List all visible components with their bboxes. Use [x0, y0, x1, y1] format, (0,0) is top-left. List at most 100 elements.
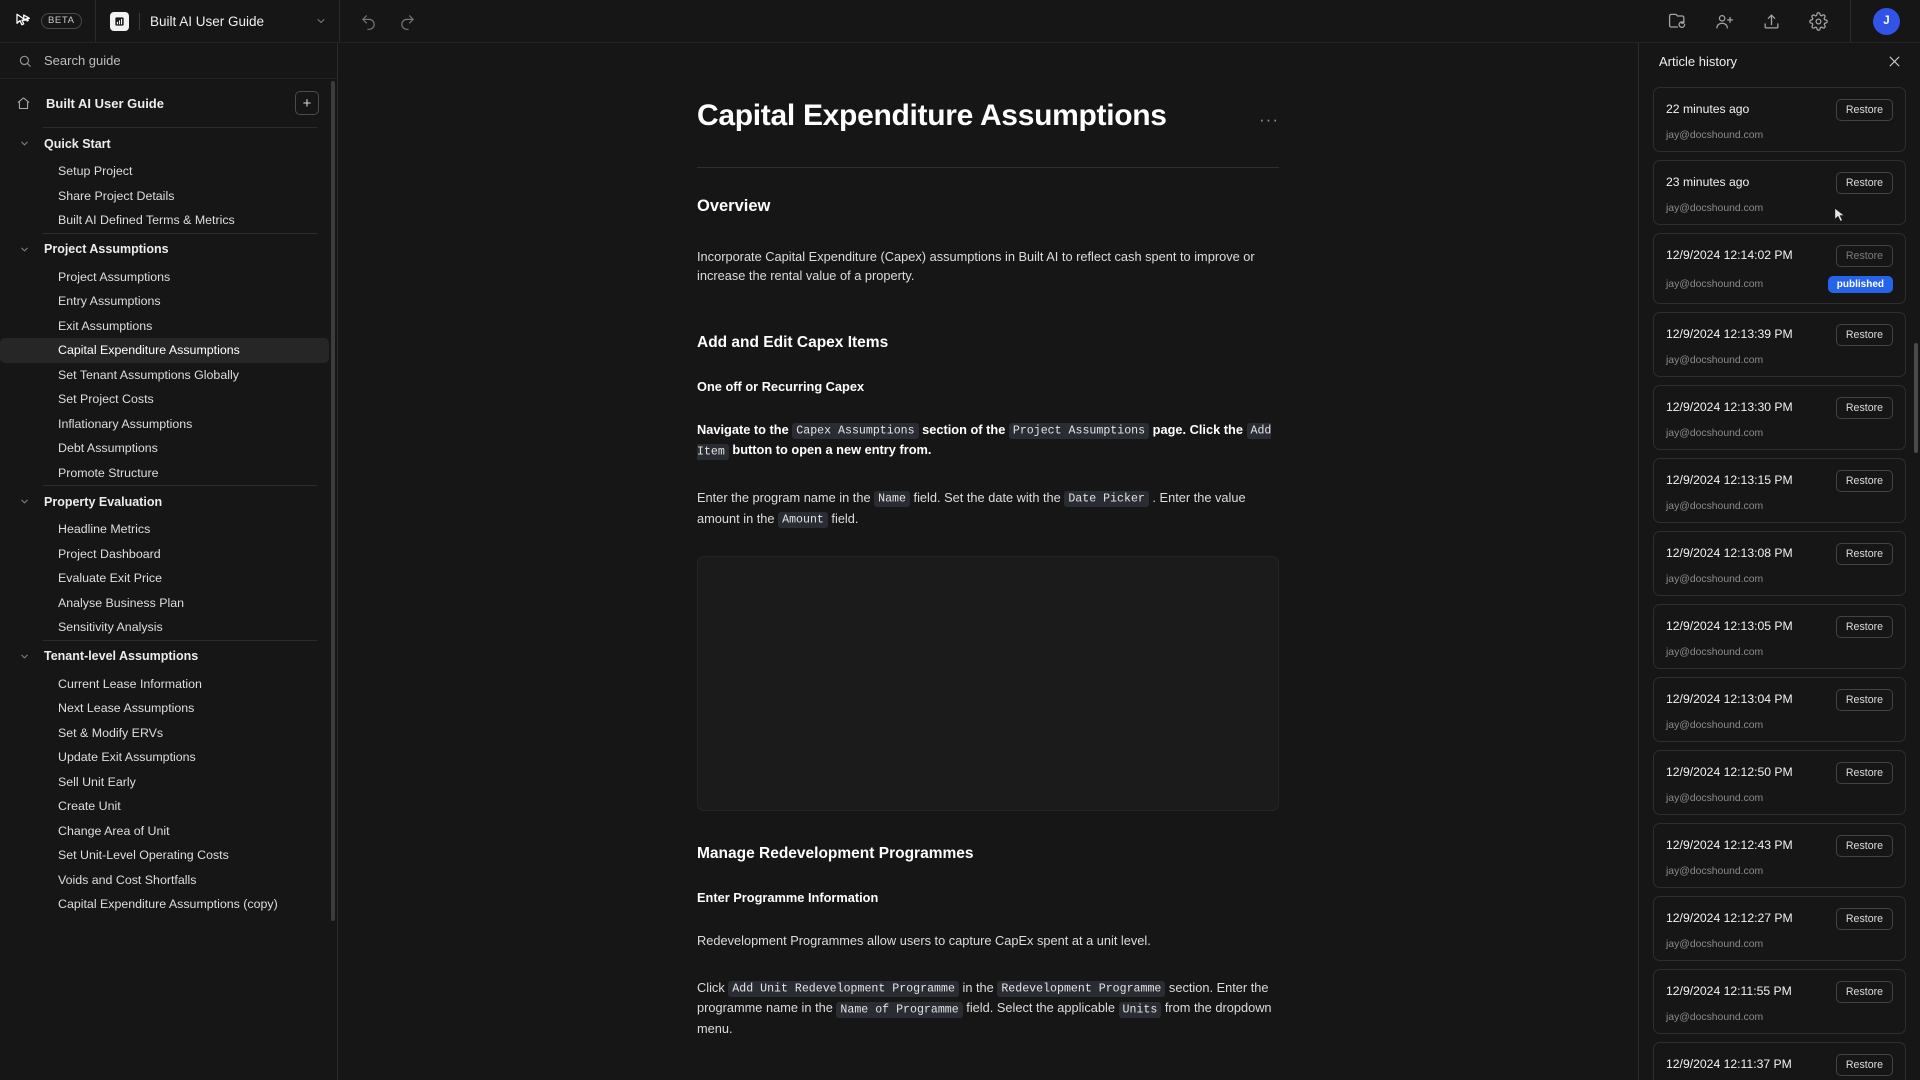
sidebar-item-project-assumptions[interactable]: Project Assumptions: [0, 265, 329, 290]
history-entry-top: 12/9/2024 12:13:30 PM Restore: [1666, 397, 1893, 419]
sidebar-item-set-modify-ervs[interactable]: Set & Modify ERVs: [0, 721, 329, 746]
sidebar-item-set-project-costs[interactable]: Set Project Costs: [0, 387, 329, 412]
close-icon[interactable]: [1887, 54, 1902, 69]
sidebar-item-evaluate-exit-price[interactable]: Evaluate Exit Price: [0, 566, 329, 591]
sidebar-item-debt-assumptions[interactable]: Debt Assumptions: [0, 436, 329, 461]
sidebar-group-property-evaluation[interactable]: Property Evaluation: [0, 486, 337, 517]
sidebar-group-tenant-level-assumptions[interactable]: Tenant-level Assumptions: [0, 641, 337, 672]
sidebar-item-set-tenant-assumptions-globally[interactable]: Set Tenant Assumptions Globally: [0, 363, 329, 388]
restore-button[interactable]: Restore: [1835, 835, 1893, 857]
sidebar-item-sell-unit-early[interactable]: Sell Unit Early: [0, 770, 329, 795]
sidebar-group-label: Property Evaluation: [44, 494, 163, 509]
restore-button[interactable]: Restore: [1835, 908, 1893, 930]
heading-one-off: One off or Recurring Capex: [697, 378, 865, 394]
restore-button[interactable]: Restore: [1835, 470, 1893, 492]
history-entry: 12/9/2024 12:13:39 PM Restore jay@docshoun…: [1653, 312, 1906, 377]
history-entry-top: 12/9/2024 12:13:08 PM Restore: [1666, 543, 1893, 565]
restore-button[interactable]: Restore: [1835, 762, 1893, 784]
sidebar-item-entry-assumptions[interactable]: Entry Assumptions: [0, 289, 329, 314]
chevron-down-icon[interactable]: [315, 15, 327, 27]
heading-add-edit: Add and Edit Capex Items: [697, 333, 889, 351]
beta-badge: BETA: [41, 13, 82, 29]
history-author-email: jay@docshound.com: [1666, 279, 1764, 290]
sidebar-item-update-exit-assumptions[interactable]: Update Exit Assumptions: [0, 745, 329, 770]
history-scrollbar[interactable]: [1914, 343, 1918, 453]
history-entry-bottom: jay@docshound.com: [1666, 355, 1893, 366]
sidebar-item-analyse-business-plan[interactable]: Analyse Business Plan: [0, 591, 329, 616]
sidebar-item-capital-expenditure-assumptions[interactable]: Capital Expenditure Assumptions: [0, 338, 329, 363]
sidebar-item-change-area-of-unit[interactable]: Change Area of Unit: [0, 819, 329, 844]
restore-button[interactable]: Restore: [1835, 543, 1893, 565]
title-divider: [697, 166, 1279, 168]
sidebar-item-next-lease-assumptions[interactable]: Next Lease Assumptions: [0, 696, 329, 721]
restore-button[interactable]: Restore: [1835, 245, 1893, 267]
document-selector[interactable]: Built AI User Guide: [96, 0, 340, 42]
history-list: 22 minutes ago Restore jay@docshound.com 23…: [1639, 79, 1920, 1080]
restore-button[interactable]: Restore: [1835, 1054, 1893, 1076]
avatar-wrap: J: [1850, 0, 1920, 42]
sidebar-item-sensitivity-analysis[interactable]: Sensitivity Analysis: [0, 615, 329, 640]
sidebar-item-promote-structure[interactable]: Promote Structure: [0, 461, 329, 486]
history-header: Article history: [1639, 43, 1920, 79]
sidebar-item-exit-assumptions[interactable]: Exit Assumptions: [0, 314, 329, 339]
sidebar-item-inflationary-assumptions[interactable]: Inflationary Assumptions: [0, 412, 329, 437]
history-author-email: jay@docshound.com: [1666, 130, 1764, 141]
app-root: BETA Built AI User Guide J Search guide …: [0, 0, 1920, 1080]
sidebar-item-headline-metrics[interactable]: Headline Metrics: [0, 517, 329, 542]
history-entry-bottom: jay@docshound.com: [1666, 720, 1893, 731]
redo-icon[interactable]: [399, 13, 416, 30]
code-date-picker: Date Picker: [1064, 491, 1149, 508]
history-timestamp: 12/9/2024 12:12:50 PM: [1666, 765, 1793, 779]
paragraph-enter: Enter the program name in the Name field…: [697, 488, 1279, 529]
history-entry: 12/9/2024 12:13:30 PM Restore jay@docshoun…: [1653, 385, 1906, 450]
undo-icon[interactable]: [360, 13, 377, 30]
sidebar-item-built-ai-defined-terms-metrics[interactable]: Built AI Defined Terms & Metrics: [0, 208, 329, 233]
sidebar-group-quick-start[interactable]: Quick Start: [0, 128, 337, 159]
logo-area[interactable]: BETA: [0, 0, 96, 42]
restore-button[interactable]: Restore: [1835, 616, 1893, 638]
gear-icon[interactable]: [1809, 11, 1828, 31]
home-icon: [16, 96, 31, 111]
sidebar-item-setup-project[interactable]: Setup Project: [0, 159, 329, 184]
search-input[interactable]: [44, 53, 319, 68]
sidebar-item-current-lease-information[interactable]: Current Lease Information: [0, 672, 329, 697]
paragraph-redevelopment: Redevelopment Programmes allow users to …: [697, 933, 1151, 949]
sidebar-item-create-unit[interactable]: Create Unit: [0, 794, 329, 819]
add-user-icon[interactable]: [1715, 12, 1734, 31]
history-entry: 12/9/2024 12:12:27 PM Restore jay@docshoun…: [1653, 896, 1906, 961]
history-entry-top: 23 minutes ago Restore: [1666, 172, 1893, 194]
history-author-email: jay@docshound.com: [1666, 1012, 1764, 1023]
restore-button[interactable]: Restore: [1835, 324, 1893, 346]
code-add-unit-redevelopment: Add Unit Redevelopment Programme: [728, 981, 959, 998]
restore-button[interactable]: Restore: [1835, 99, 1893, 121]
sidebar-item-set-unit-level-operating-costs[interactable]: Set Unit-Level Operating Costs: [0, 843, 329, 868]
main-content: Capital Expenditure Assumptions ··· Over…: [338, 43, 1638, 1080]
history-entry-bottom: jay@docshound.com: [1666, 428, 1893, 439]
sidebar-item-share-project-details[interactable]: Share Project Details: [0, 184, 329, 209]
history-entry: 12/9/2024 12:13:08 PM Restore jay@docshoun…: [1653, 531, 1906, 596]
sidebar-item-project-dashboard[interactable]: Project Dashboard: [0, 542, 329, 567]
folder-sync-icon[interactable]: [1668, 12, 1687, 31]
sidebar-group-project-assumptions[interactable]: Project Assumptions: [0, 234, 337, 265]
text-fragment: Enter the program name in the: [697, 489, 875, 505]
restore-button[interactable]: Restore: [1835, 397, 1893, 419]
history-author-email: jay@docshound.com: [1666, 866, 1764, 877]
restore-button[interactable]: Restore: [1835, 981, 1893, 1003]
history-timestamp: 12/9/2024 12:11:37 PM: [1666, 1057, 1792, 1071]
restore-button[interactable]: Restore: [1835, 172, 1893, 194]
text-fragment: Navigate to the: [697, 421, 793, 437]
history-title: Article history: [1659, 53, 1738, 69]
upload-icon[interactable]: [1762, 12, 1781, 31]
avatar[interactable]: J: [1873, 7, 1900, 35]
history-author-email: jay@docshound.com: [1666, 793, 1764, 804]
history-entry-bottom: jay@docshound.com: [1666, 939, 1893, 950]
restore-button[interactable]: Restore: [1835, 689, 1893, 711]
sidebar-root-item[interactable]: Built AI User Guide +: [0, 79, 337, 127]
history-entry: 22 minutes ago Restore jay@docshound.com: [1653, 87, 1906, 152]
history-entry-bottom: jay@docshound.com: [1666, 130, 1893, 141]
sidebar-item-voids-and-cost-shortfalls[interactable]: Voids and Cost Shortfalls: [0, 868, 329, 893]
sidebar-item-capital-expenditure-assumptions-copy[interactable]: Capital Expenditure Assumptions (copy): [0, 892, 329, 917]
sidebar-scrollbar[interactable]: [331, 81, 335, 921]
more-options-icon[interactable]: ···: [1259, 99, 1279, 128]
add-page-button[interactable]: +: [295, 91, 319, 115]
